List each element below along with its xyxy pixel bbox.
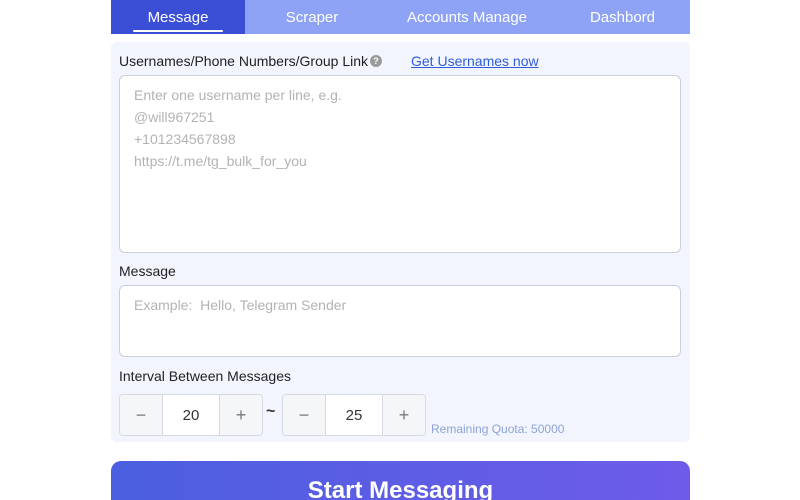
interval-min-value[interactable]: 20 xyxy=(162,395,220,435)
interval-max-decrement-button[interactable]: − xyxy=(283,395,325,435)
start-messaging-button[interactable]: Start Messaging xyxy=(111,461,690,500)
tab-scraper[interactable]: Scraper xyxy=(245,0,379,34)
usernames-input[interactable] xyxy=(119,75,681,253)
interval-separator: ~ xyxy=(266,403,276,420)
tab-accounts-manage[interactable]: Accounts Manage xyxy=(379,0,555,34)
message-input[interactable] xyxy=(119,285,681,357)
usernames-label-text: Usernames/Phone Numbers/Group Link xyxy=(119,53,369,69)
remaining-quota: Remaining Quota: 50000 xyxy=(431,422,565,436)
get-usernames-link[interactable]: Get Usernames now xyxy=(411,53,539,69)
tab-bar: Message Scraper Accounts Manage Dashbord xyxy=(111,0,690,34)
interval-min-decrement-button[interactable]: − xyxy=(120,395,162,435)
tab-message[interactable]: Message xyxy=(111,0,245,34)
interval-label: Interval Between Messages xyxy=(119,368,291,384)
tab-dashboard[interactable]: Dashbord xyxy=(555,0,690,34)
usernames-label: Usernames/Phone Numbers/Group Link? xyxy=(119,53,383,69)
interval-min-stepper: − 20 + xyxy=(119,394,263,436)
help-icon[interactable]: ? xyxy=(370,55,383,67)
interval-max-increment-button[interactable]: + xyxy=(383,395,425,435)
interval-min-increment-button[interactable]: + xyxy=(220,395,262,435)
interval-max-value[interactable]: 25 xyxy=(325,395,383,435)
message-label: Message xyxy=(119,263,176,279)
interval-max-stepper: − 25 + xyxy=(282,394,426,436)
